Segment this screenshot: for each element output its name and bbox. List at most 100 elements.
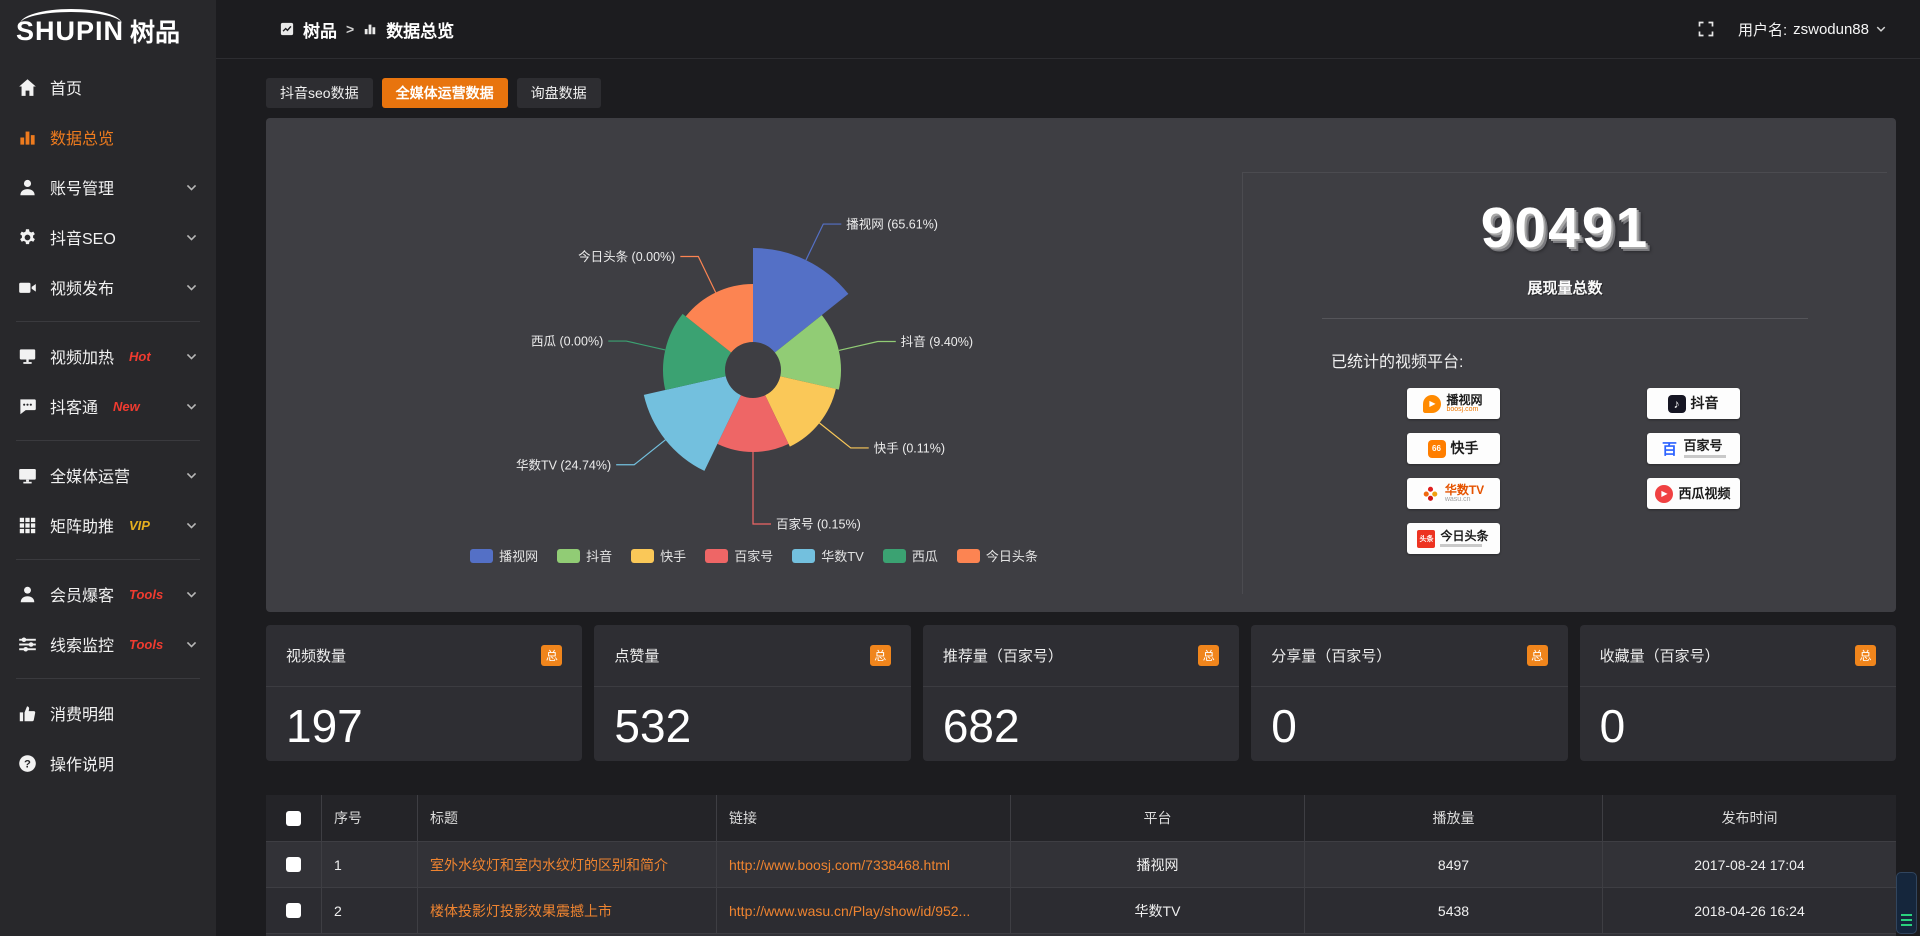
sidebar-item-douyin-seo[interactable]: 抖音SEO [0, 212, 216, 262]
select-all-checkbox[interactable] [286, 811, 301, 826]
sidebar-item-home[interactable]: 首页 [0, 62, 216, 112]
pie-label: 华数TV (24.74%) [516, 457, 611, 472]
data-tabs: 抖音seo数据全媒体运营数据询盘数据 [266, 78, 1896, 108]
pie-label: 百家号 (0.15%) [776, 517, 861, 532]
breadcrumb-item[interactable]: 数据总览 [363, 17, 454, 42]
sidebar-item-video-heat[interactable]: 视频加热Hot [0, 331, 216, 381]
header-cell: 标题 [418, 795, 717, 841]
table-row: 1 室外水纹灯和室内水纹灯的区别和简介 http://www.boosj.com/7… [266, 841, 1896, 887]
legend-item[interactable]: 播视网 [470, 546, 538, 565]
cell-link: http://www.boosj.com/7338468.html [717, 842, 1011, 887]
stat-card-header: 推荐量（百家号）总 [923, 625, 1239, 687]
tab-media-operation-data[interactable]: 全媒体运营数据 [382, 78, 508, 108]
stat-card-4: 收藏量（百家号）总0 [1580, 625, 1896, 761]
cell-no: 2 [322, 888, 418, 933]
platform-text: 今日头条 [1440, 530, 1488, 548]
chevron-down-icon [185, 231, 198, 244]
total-badge: 总 [1527, 645, 1548, 666]
pie-label: 抖音 (9.40%) [901, 334, 973, 349]
sidebar-item-video-publish[interactable]: 视频发布 [0, 262, 216, 312]
chevron-down-icon [185, 281, 198, 294]
row-checkbox[interactable] [286, 857, 301, 872]
user-menu[interactable]: 用户名: zswodun88 [1738, 19, 1887, 40]
chevron-down-icon [185, 588, 198, 601]
sidebar-item-label: 抖客通 [50, 394, 98, 418]
stat-cards: 视频数量总197点赞量总532推荐量（百家号）总682分享量（百家号）总0 收藏量… [266, 625, 1896, 761]
stat-card-2: 推荐量（百家号）总682 [923, 625, 1239, 761]
platform-badge-toutiao: 头条今日头条 [1407, 523, 1500, 554]
sidebar-item-matrix-boost[interactable]: 矩阵助推VIP [0, 500, 216, 550]
sidebar-item-media-operation[interactable]: 全媒体运营 [0, 450, 216, 500]
sidebar-item-label: 消费明细 [50, 701, 114, 725]
pie-label-line [680, 256, 715, 292]
sidebar-item-label: 全媒体运营 [50, 463, 130, 487]
sidebar-item-label: 抖音SEO [50, 225, 116, 249]
pie-label: 快手 (0.11%) [874, 441, 945, 455]
video-title-link[interactable]: 楼体投影灯投影效果震撼上市 [430, 901, 612, 921]
gear-icon [18, 228, 37, 247]
legend-item[interactable]: 今日头条 [957, 546, 1038, 565]
floating-service-widget[interactable] [1896, 872, 1917, 934]
legend-label: 播视网 [499, 546, 538, 565]
stat-card-header: 点赞量总 [594, 625, 910, 687]
pie-slice-4[interactable] [644, 376, 741, 471]
platform-text: 抖音 [1691, 396, 1719, 411]
legend-item[interactable]: 抖音 [557, 546, 612, 565]
cell-plays: 8497 [1305, 842, 1603, 887]
video-title-link[interactable]: 室外水纹灯和室内水纹灯的区别和简介 [430, 855, 668, 875]
sidebar-divider [16, 440, 200, 441]
content: 抖音seo数据全媒体运营数据询盘数据 播视网 (65.61%)抖音 (9.40%… [216, 59, 1920, 936]
platform-text: 百家号 [1684, 439, 1726, 458]
tab-douyin-seo-data[interactable]: 抖音seo数据 [266, 78, 373, 108]
table-row: 2 楼体投影灯投影效果震撼上市 http://www.wasu.cn/Play/sh… [266, 887, 1896, 933]
stat-card-0: 视频数量总197 [266, 625, 582, 761]
sidebar-item-label: 线索监控 [50, 632, 114, 656]
platform-tagline-bar [1684, 455, 1726, 458]
sidebar-item-clue-monitor[interactable]: 线索监控Tools [0, 619, 216, 669]
chevron-down-icon [1875, 23, 1887, 35]
stat-card-1: 点赞量总532 [594, 625, 910, 761]
stat-card-label: 收藏量（百家号） [1600, 645, 1720, 666]
platforms-title: 已统计的视频平台: [1331, 348, 1887, 372]
sliders-icon [18, 635, 37, 654]
platform-badge-baijiahao: 百百家号 [1647, 433, 1740, 464]
video-url-link[interactable]: http://www.wasu.cn/Play/show/id/952... [729, 903, 970, 919]
sidebar-item-douketong[interactable]: 抖客通 New [0, 381, 216, 431]
stat-card-value: 0 [1251, 687, 1567, 753]
total-badge: 总 [1855, 645, 1876, 666]
table-header-row: 序号标题链接平台播放量发布时间 [266, 795, 1896, 841]
pie-label: 西瓜 (0.00%) [531, 335, 603, 349]
xigua-logo-icon: ▶ [1655, 485, 1673, 503]
screen-icon [18, 347, 37, 366]
chart-panel: 播视网 (65.61%)抖音 (9.40%)快手 (0.11%)百家号 (0.1… [266, 118, 1896, 612]
header-cell: 平台 [1011, 795, 1305, 841]
fullscreen-icon[interactable] [1698, 21, 1714, 37]
chevron-down-icon [185, 469, 198, 482]
total-badge: 总 [1198, 645, 1219, 666]
sidebar-item-label: 会员爆客 [50, 582, 114, 606]
sidebar-item-data-overview[interactable]: 数据总览 [0, 112, 216, 162]
sidebar-item-account-manage[interactable]: 账号管理 [0, 162, 216, 212]
legend-item[interactable]: 西瓜 [883, 546, 938, 565]
sidebar-item-badge: New [113, 399, 140, 414]
stat-card-header: 分享量（百家号）总 [1251, 625, 1567, 687]
sidebar-item-help[interactable]: ?操作说明 [0, 738, 216, 788]
tab-inquiry-data[interactable]: 询盘数据 [517, 78, 601, 108]
total-badge: 总 [541, 645, 562, 666]
platform-name: 今日头条 [1440, 530, 1488, 543]
sidebar-item-label: 首页 [50, 75, 82, 99]
legend-item[interactable]: 快手 [631, 546, 686, 565]
chevron-down-icon [185, 181, 198, 194]
legend-item[interactable]: 百家号 [705, 546, 773, 565]
legend-item[interactable]: 华数TV [792, 546, 864, 565]
platform-text: 播视网boosj.com [1446, 394, 1482, 414]
sidebar-divider [16, 678, 200, 679]
cell-no: 1 [322, 842, 418, 887]
sidebar-item-member-baoke[interactable]: 会员爆客Tools [0, 569, 216, 619]
row-checkbox[interactable] [286, 903, 301, 918]
pie-label-line [819, 423, 868, 448]
monitor-icon [18, 466, 37, 485]
sidebar-item-consume-detail[interactable]: 消费明细 [0, 688, 216, 738]
header-cell: 发布时间 [1603, 795, 1896, 841]
video-url-link[interactable]: http://www.boosj.com/7338468.html [729, 857, 950, 873]
